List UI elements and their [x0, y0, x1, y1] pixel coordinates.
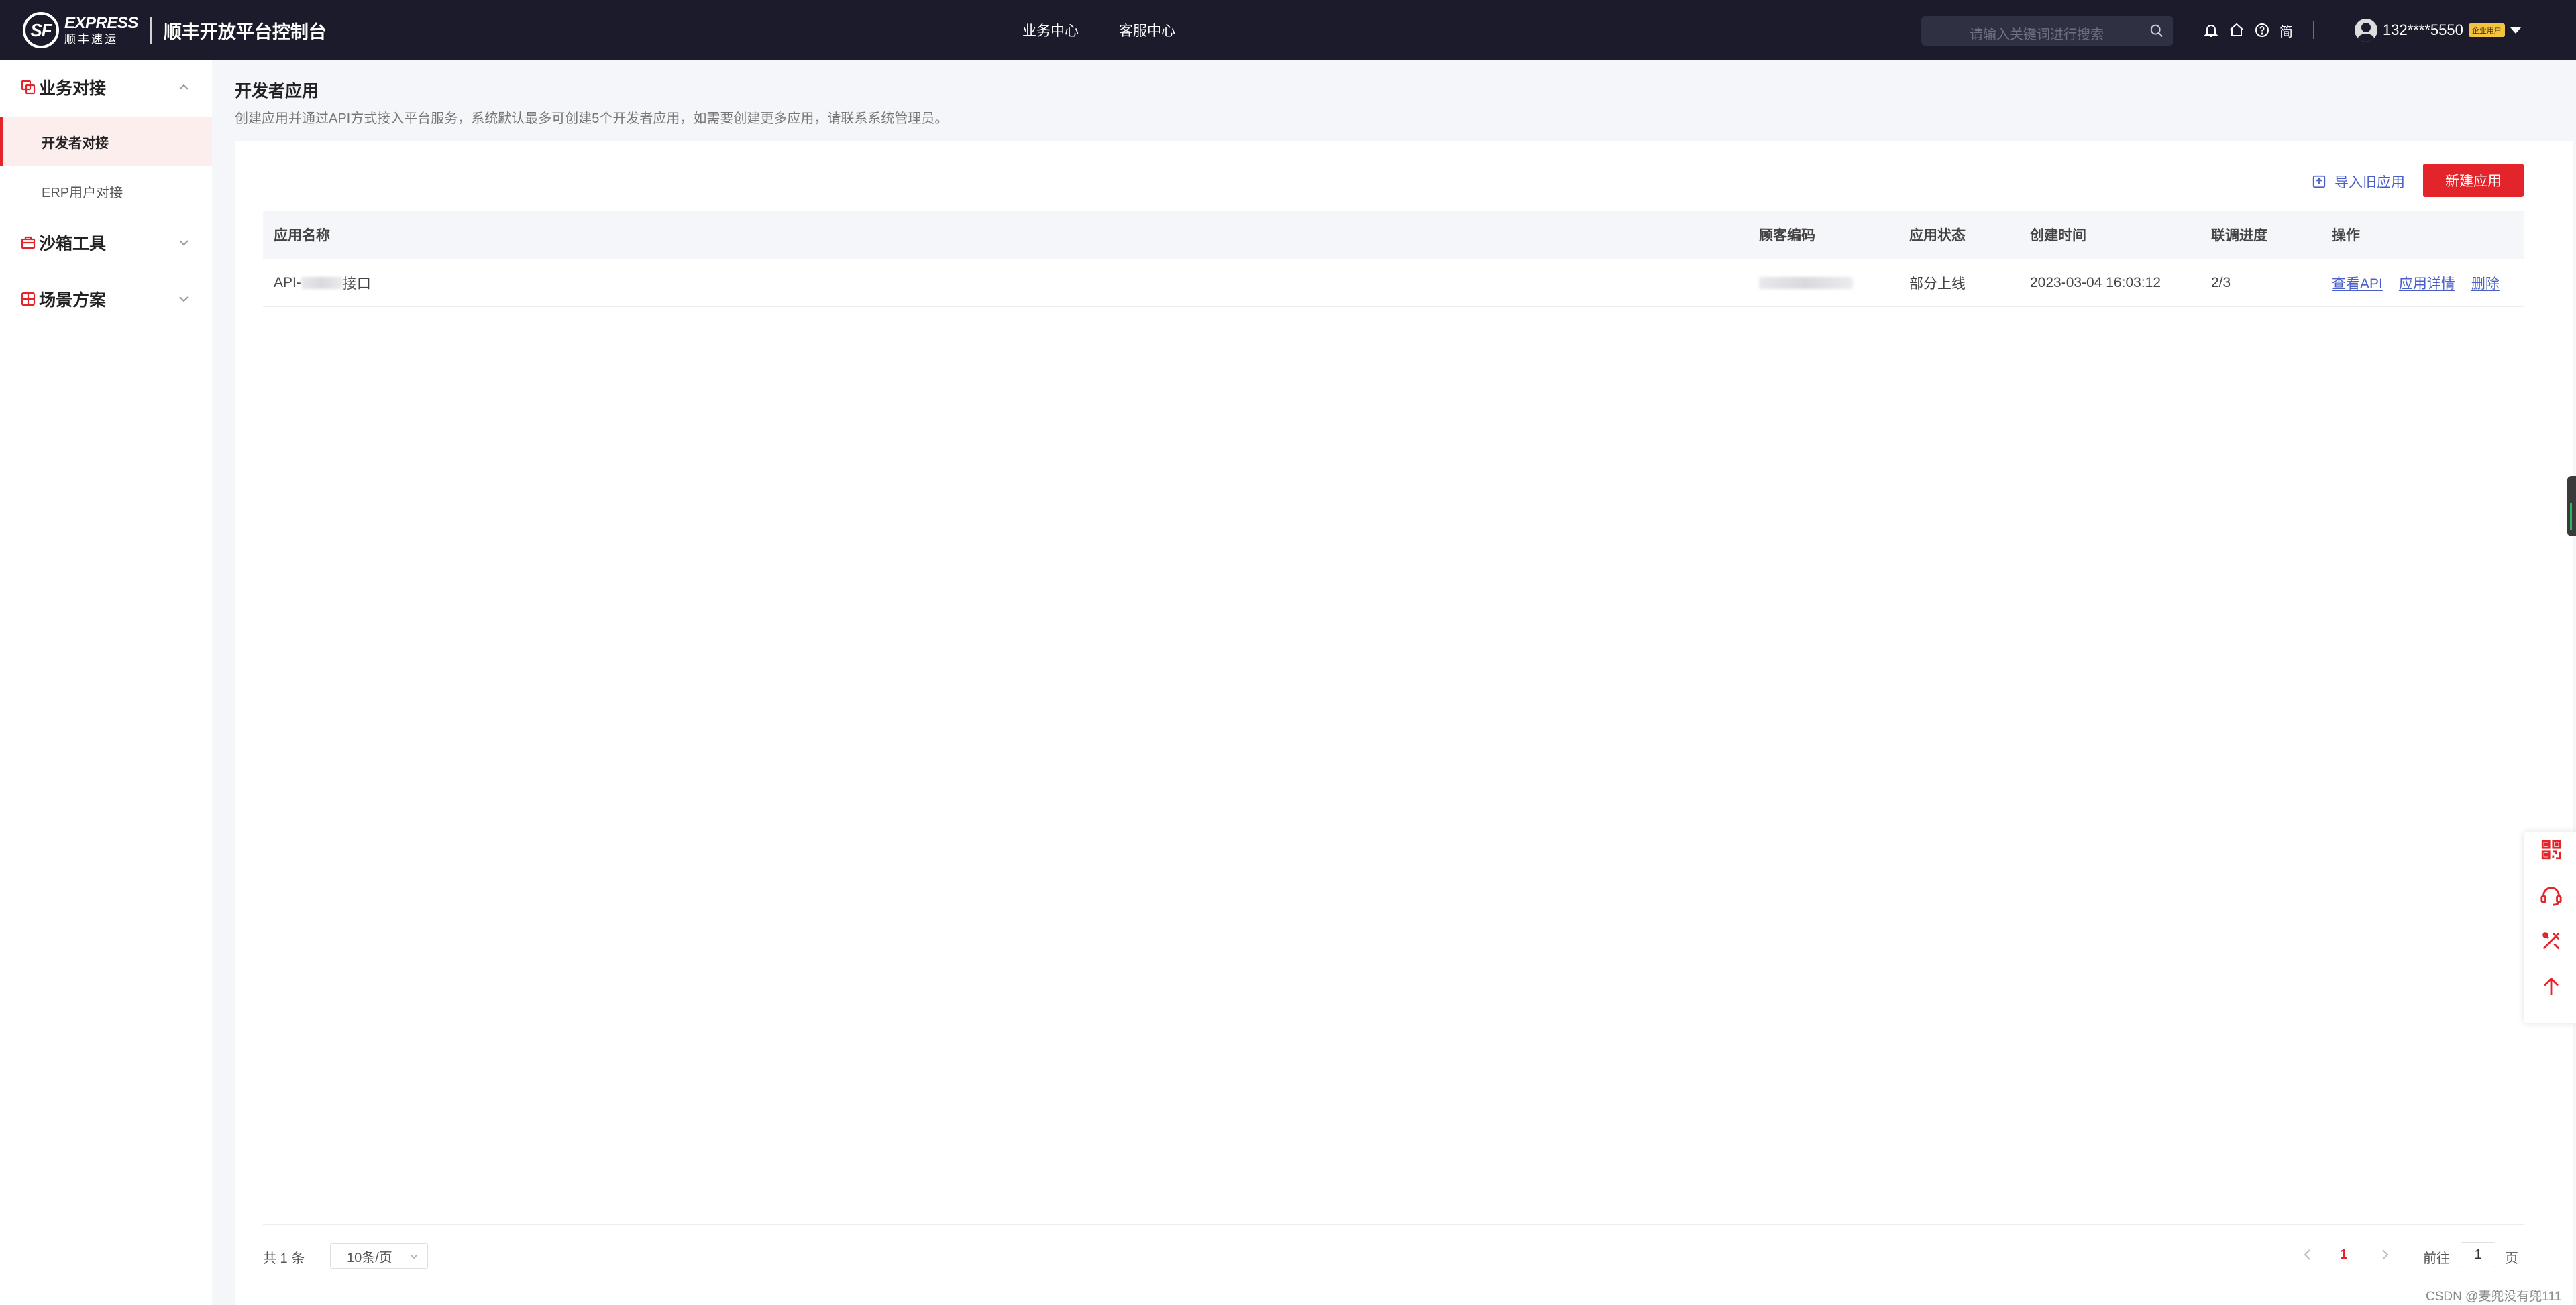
- redacted-text: [301, 277, 343, 289]
- header-tools: 简: [2203, 20, 2293, 40]
- import-icon: [2312, 175, 2326, 188]
- app-title: 顺丰开放平台控制台: [163, 21, 327, 42]
- sf-logo[interactable]: SF EXPRESS 顺丰速运 顺丰开放平台控制台: [23, 12, 327, 48]
- qr-code-icon[interactable]: [2540, 838, 2563, 861]
- column-header-customer-code: 顾客编码: [1759, 228, 1815, 243]
- sidebar-group-business[interactable]: 业务对接: [0, 68, 212, 106]
- user-badge: 企业用户: [2468, 23, 2505, 37]
- pagination-divider: [263, 1224, 2524, 1225]
- redacted-text: [1759, 277, 1853, 289]
- delete-link[interactable]: 删除: [2471, 273, 2500, 293]
- sidebar-item-developer[interactable]: 开发者对接: [0, 117, 212, 166]
- chevron-down-icon: [179, 240, 189, 246]
- tools-icon[interactable]: [2540, 929, 2563, 952]
- app-detail-link[interactable]: 应用详情: [2399, 273, 2455, 293]
- sf-logo-mark: SF: [23, 12, 59, 48]
- cell-status: 部分上线: [1909, 276, 1966, 292]
- user-menu[interactable]: 132****5550 企业用户: [2355, 16, 2521, 44]
- sidebar-item-erp[interactable]: ERP用户对接: [0, 166, 212, 216]
- page-size-value: 10条/页: [347, 1250, 392, 1265]
- csdn-watermark: CSDN @麦兜没有兜111: [2426, 1290, 2562, 1304]
- column-header-actions: 操作: [2332, 228, 2360, 243]
- logo-chinese-text: 顺丰速运: [64, 33, 118, 46]
- search-icon[interactable]: [2149, 23, 2164, 38]
- page-size-select[interactable]: 10条/页: [330, 1243, 428, 1269]
- sidebar-group-label: 沙箱工具: [39, 235, 107, 253]
- floating-tool-panel: [2524, 832, 2576, 1023]
- search-placeholder: 请输入关键词进行搜索: [1970, 27, 2104, 42]
- user-name: 132****5550: [2383, 21, 2463, 38]
- goto-page-input[interactable]: 1: [2461, 1242, 2496, 1267]
- sidebar-group-label: 场景方案: [39, 291, 107, 310]
- column-header-status: 应用状态: [1909, 228, 1966, 243]
- puzzle-icon: [21, 292, 36, 306]
- chevron-down-icon: [410, 1254, 418, 1259]
- help-icon[interactable]: [2254, 22, 2270, 38]
- column-header-created-time: 创建时间: [2030, 228, 2086, 243]
- column-header-progress: 联调进度: [2211, 228, 2267, 243]
- page-number-current[interactable]: 1: [2340, 1247, 2347, 1263]
- cell-customer-code: [1759, 259, 1853, 307]
- toolbox-icon: [21, 236, 36, 249]
- view-api-link[interactable]: 查看API: [2332, 273, 2383, 293]
- chevron-down-icon: [179, 296, 189, 302]
- cell-actions: 查看API 应用详情 删除: [2332, 259, 2516, 307]
- goto-label: 前往: [2423, 1251, 2450, 1266]
- headset-icon[interactable]: [2540, 884, 2563, 907]
- bell-icon[interactable]: [2203, 22, 2219, 38]
- table-row: API- 接口 部分上线 2023-03-04 16:03:12 2/3 查看A…: [263, 259, 2524, 307]
- import-old-app-link[interactable]: 导入旧应用: [2312, 170, 2405, 193]
- page-title: 开发者应用: [235, 82, 319, 101]
- avatar: [2355, 19, 2377, 42]
- sidebar-group-scenario[interactable]: 场景方案: [0, 280, 212, 318]
- nav-business-center[interactable]: 业务中心: [1022, 0, 1079, 60]
- back-to-top-icon[interactable]: [2540, 975, 2563, 998]
- app-name-suffix: 接口: [342, 276, 371, 292]
- app-name-prefix: API-: [274, 275, 301, 290]
- next-page-icon[interactable]: [2378, 1247, 2392, 1262]
- sidebar-group-label: 业务对接: [39, 79, 107, 98]
- connect-icon: [21, 80, 36, 95]
- caret-down-icon: [2510, 27, 2521, 34]
- side-drawer-tab[interactable]: [2567, 476, 2576, 536]
- home-icon[interactable]: [2229, 22, 2245, 38]
- import-label: 导入旧应用: [2334, 175, 2405, 190]
- sidebar: 业务对接 开发者对接 ERP用户对接 沙箱工具 场景方案: [0, 60, 212, 1305]
- cell-progress: 2/3: [2211, 275, 2231, 290]
- cell-created-time: 2023-03-04 16:03:12: [2030, 275, 2161, 290]
- table-header: 应用名称 顾客编码 应用状态 创建时间 联调进度 操作: [263, 211, 2524, 259]
- logo-divider: [150, 17, 152, 44]
- header-divider: [2313, 21, 2314, 39]
- content-card: [235, 141, 2573, 1305]
- top-bar: SF EXPRESS 顺丰速运 顺丰开放平台控制台 业务中心 客服中心 请输入关…: [0, 0, 2576, 60]
- total-count: 共 1 条: [263, 1251, 305, 1266]
- sidebar-group-sandbox[interactable]: 沙箱工具: [0, 224, 212, 262]
- cell-app-name: API- 接口: [274, 259, 371, 307]
- language-toggle[interactable]: 简: [2279, 21, 2293, 40]
- nav-customer-service[interactable]: 客服中心: [1119, 0, 1175, 60]
- chevron-up-icon: [179, 84, 189, 90]
- column-header-app-name: 应用名称: [274, 228, 330, 243]
- new-app-button[interactable]: 新建应用: [2423, 164, 2524, 197]
- logo-express-text: EXPRESS: [64, 14, 138, 32]
- page-suffix: 页: [2505, 1251, 2518, 1266]
- prev-page-icon[interactable]: [2301, 1247, 2314, 1262]
- search-input[interactable]: 请输入关键词进行搜索: [1921, 16, 2174, 46]
- page-description: 创建应用并通过API方式接入平台服务，系统默认最多可创建5个开发者应用，如需要创…: [235, 111, 949, 126]
